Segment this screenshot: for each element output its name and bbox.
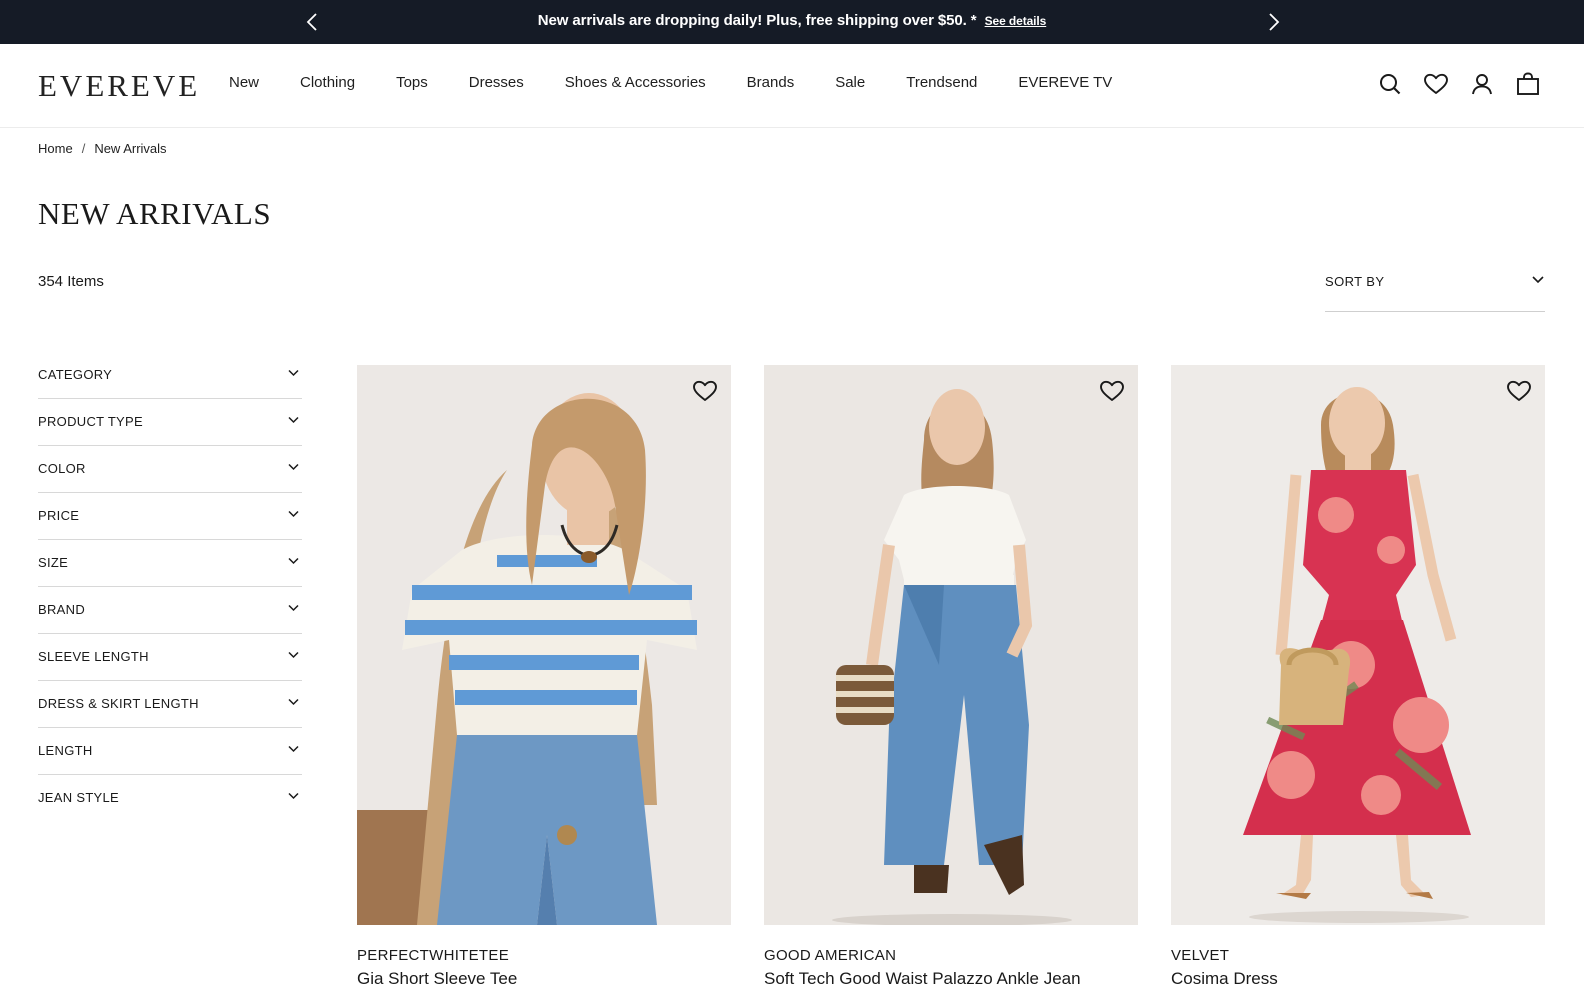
breadcrumb: Home / New Arrivals (38, 141, 167, 156)
filter-sidebar: CATEGORY PRODUCT TYPE COLOR PRICE SIZE B… (38, 352, 302, 822)
heart-icon (1507, 380, 1531, 401)
filter-label: PRODUCT TYPE (38, 414, 143, 429)
nav-item-clothing[interactable]: Clothing (300, 74, 355, 91)
account-button[interactable] (1468, 70, 1496, 98)
chevron-down-icon (288, 557, 299, 565)
filter-category[interactable]: CATEGORY (38, 352, 302, 399)
chevron-down-icon (288, 463, 299, 471)
breadcrumb-current: New Arrivals (94, 141, 167, 156)
search-icon (1380, 74, 1401, 95)
product-name[interactable]: Cosima Dress (1171, 969, 1545, 989)
bag-icon (1517, 72, 1539, 95)
filter-label: LENGTH (38, 743, 93, 758)
promo-message: New arrivals are dropping daily! Plus, f… (0, 12, 1584, 29)
nav-item-trendsend[interactable]: Trendsend (906, 74, 977, 91)
product-photo (1171, 365, 1545, 925)
wishlist-toggle[interactable] (1098, 377, 1126, 405)
filter-label: SIZE (38, 555, 69, 570)
breadcrumb-separator: / (81, 141, 86, 156)
heart-icon (1100, 380, 1124, 401)
announcement-bar: New arrivals are dropping daily! Plus, f… (0, 0, 1584, 44)
filter-sleeve-length[interactable]: SLEEVE LENGTH (38, 634, 302, 681)
nav-item-dresses[interactable]: Dresses (469, 74, 524, 91)
bag-button[interactable] (1514, 70, 1542, 98)
breadcrumb-home[interactable]: Home (38, 141, 73, 156)
nav-item-sale[interactable]: Sale (835, 74, 865, 91)
filter-label: BRAND (38, 602, 86, 617)
product-brand: VELVET (1171, 947, 1230, 964)
site-logo[interactable]: EVEREVE (38, 68, 200, 104)
nav-item-tops[interactable]: Tops (396, 74, 428, 91)
filter-label: JEAN STYLE (38, 790, 120, 805)
filter-label: DRESS & SKIRT LENGTH (38, 696, 199, 711)
chevron-down-icon (288, 745, 299, 753)
filter-size[interactable]: SIZE (38, 540, 302, 587)
nav-item-shoes-accessories[interactable]: Shoes & Accessories (565, 74, 706, 91)
sort-dropdown[interactable]: SORT BY (1325, 268, 1545, 312)
account-icon (1472, 74, 1492, 95)
filter-dress-skirt-length[interactable]: DRESS & SKIRT LENGTH (38, 681, 302, 728)
nav-item-brands[interactable]: Brands (747, 74, 795, 91)
nav-item-evereve-tv[interactable]: EVEREVE TV (1018, 74, 1112, 91)
filter-label: CATEGORY (38, 367, 113, 382)
product-photo (764, 365, 1138, 925)
wishlist-toggle[interactable] (691, 377, 719, 405)
product-image[interactable] (1171, 365, 1545, 925)
filter-product-type[interactable]: PRODUCT TYPE (38, 399, 302, 446)
wishlist-button[interactable] (1422, 70, 1450, 98)
chevron-down-icon (288, 651, 299, 659)
product-photo (357, 365, 731, 925)
filter-label: PRICE (38, 508, 80, 523)
filter-length[interactable]: LENGTH (38, 728, 302, 775)
chevron-down-icon (288, 792, 299, 800)
chevron-down-icon (288, 416, 299, 424)
chevron-down-icon (288, 698, 299, 706)
promo-text: New arrivals are dropping daily! Plus, f… (537, 12, 977, 29)
promo-next-button[interactable] (1262, 10, 1286, 34)
filter-price[interactable]: PRICE (38, 493, 302, 540)
site-header: EVEREVE New Clothing Tops Dresses Shoes … (0, 44, 1584, 128)
product-brand: GOOD AMERICAN (764, 947, 897, 964)
product-card: GOOD AMERICAN Soft Tech Good Waist Palaz… (764, 365, 1138, 989)
filter-jean-style[interactable]: JEAN STYLE (38, 775, 302, 822)
page-title: NEW ARRIVALS (38, 196, 272, 231)
header-actions (1358, 70, 1542, 98)
main-nav: New Clothing Tops Dresses Shoes & Access… (229, 74, 1153, 91)
heart-icon (693, 380, 717, 401)
product-brand: PERFECTWHITETEE (357, 947, 510, 964)
chevron-right-icon (1269, 13, 1280, 31)
filter-label: SLEEVE LENGTH (38, 649, 149, 664)
item-count: 354 Items (38, 273, 104, 290)
nav-item-new[interactable]: New (229, 74, 259, 91)
sort-label: SORT BY (1325, 274, 1385, 289)
filter-label: COLOR (38, 461, 86, 476)
chevron-down-icon (288, 510, 299, 518)
promo-see-details-link[interactable]: See details (985, 14, 1047, 28)
product-image[interactable] (357, 365, 731, 925)
product-name[interactable]: Soft Tech Good Waist Palazzo Ankle Jean (764, 969, 1138, 989)
chevron-down-icon (288, 604, 299, 612)
filter-color[interactable]: COLOR (38, 446, 302, 493)
chevron-down-icon (288, 369, 299, 377)
heart-icon (1424, 73, 1448, 94)
product-image[interactable] (764, 365, 1138, 925)
product-card: VELVET Cosima Dress (1171, 365, 1545, 989)
product-name[interactable]: Gia Short Sleeve Tee (357, 969, 731, 989)
wishlist-toggle[interactable] (1505, 377, 1533, 405)
search-button[interactable] (1376, 70, 1404, 98)
chevron-down-icon (1532, 276, 1544, 284)
product-card: PERFECTWHITETEE Gia Short Sleeve Tee (357, 365, 731, 989)
filter-brand[interactable]: BRAND (38, 587, 302, 634)
